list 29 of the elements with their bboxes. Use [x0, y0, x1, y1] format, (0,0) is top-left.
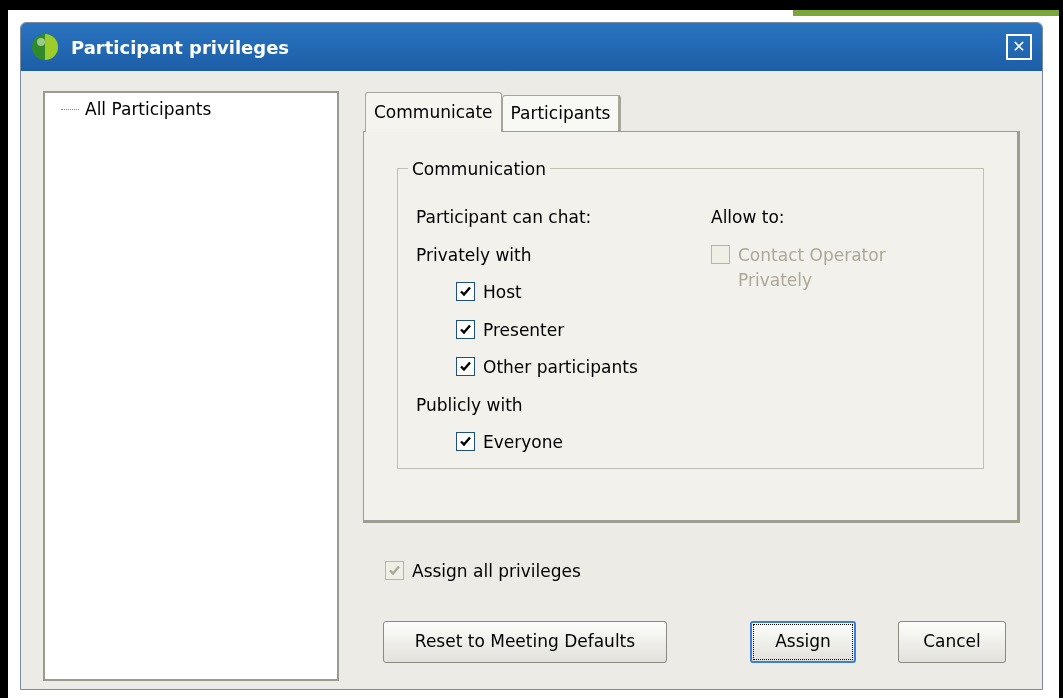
checkmark-icon	[388, 564, 401, 577]
checkbox[interactable]	[456, 357, 475, 376]
checkbox-label: Assign all privileges	[412, 560, 581, 583]
checkmark-icon	[459, 360, 472, 373]
tab[interactable]: Communicate	[365, 92, 502, 132]
checkbox-label: Host	[483, 281, 522, 304]
close-button[interactable]: ✕	[1006, 34, 1032, 60]
section-label: Publicly with	[416, 393, 524, 417]
dialog-button[interactable]: Cancel	[898, 620, 1006, 663]
reset-button[interactable]: Reset to Meeting Defaults	[383, 620, 667, 663]
dialog-button[interactable]: Assign	[750, 620, 856, 663]
checkmark-icon	[459, 285, 472, 298]
window-title: Participant privileges	[71, 35, 291, 60]
checkbox-label: Everyone	[483, 431, 563, 454]
checkmark-icon	[459, 322, 472, 336]
allow-heading: Allow to:	[711, 206, 786, 229]
checkbox[interactable]	[456, 282, 475, 301]
checkbox-label: Other participants	[483, 356, 638, 379]
tab[interactable]: Participants	[501, 95, 622, 131]
chat-heading: Participant can chat:	[416, 206, 593, 229]
tree-connector	[61, 109, 79, 111]
checkbox[interactable]	[456, 319, 475, 339]
globe-icon	[31, 33, 59, 61]
section-label: Privately with	[416, 243, 533, 267]
checkbox-label: Presenter	[483, 318, 565, 342]
tree-item[interactable]: All Participants	[83, 97, 214, 123]
checkbox[interactable]	[456, 432, 475, 451]
checkmark-icon	[459, 435, 472, 448]
checkbox-label: Contact Operator Privately	[738, 243, 887, 292]
